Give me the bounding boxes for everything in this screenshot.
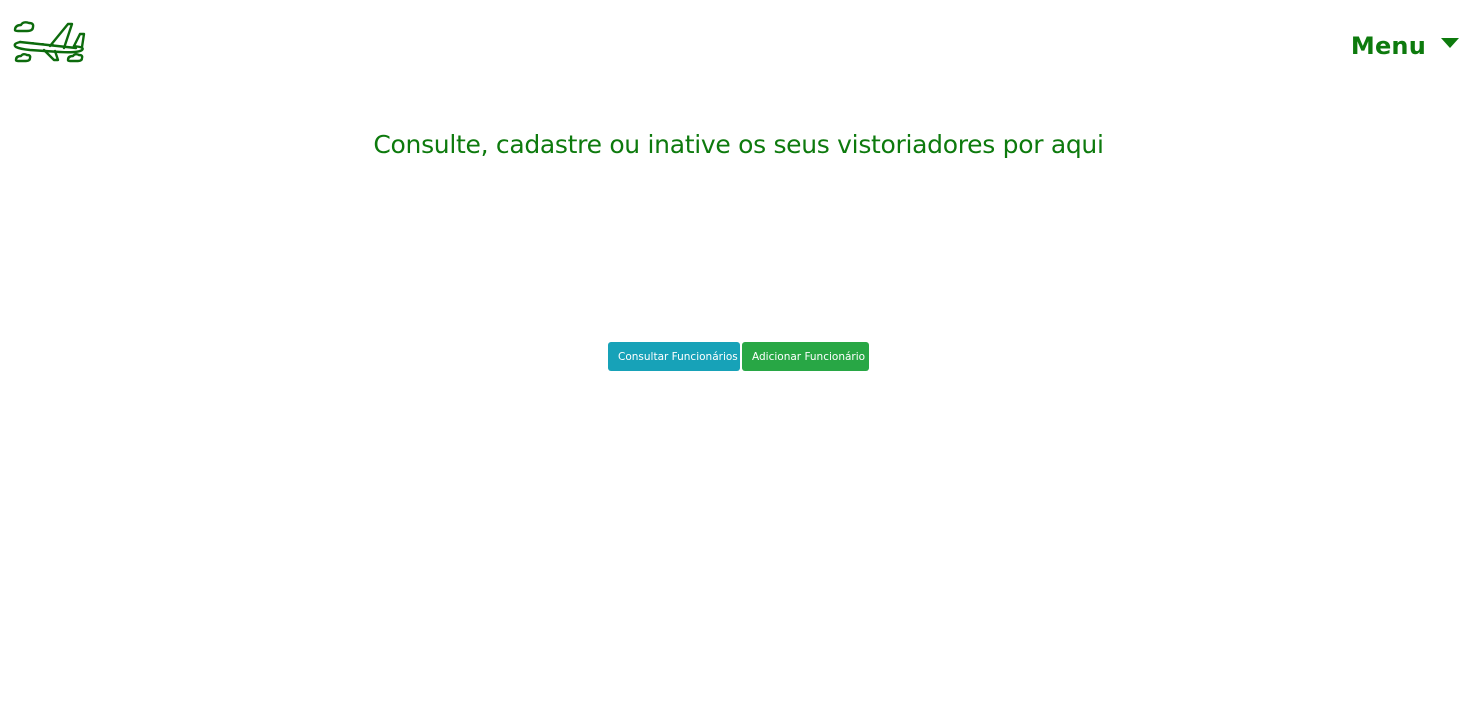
consult-employees-button[interactable]: Consultar Funcionários	[608, 342, 740, 371]
page: Menu Consulte, cadastre ou inative os se…	[0, 0, 1477, 702]
caret-down-icon	[1441, 38, 1459, 48]
menu-dropdown[interactable]: Menu	[1351, 30, 1459, 62]
menu-label: Menu	[1350, 32, 1426, 60]
airplane-logo-icon[interactable]	[10, 18, 90, 66]
add-employee-button[interactable]: Adicionar Funcionário	[742, 342, 869, 371]
action-buttons: Consultar Funcionários Adicionar Funcion…	[608, 342, 869, 371]
page-headline: Consulte, cadastre ou inative os seus vi…	[373, 130, 1104, 159]
